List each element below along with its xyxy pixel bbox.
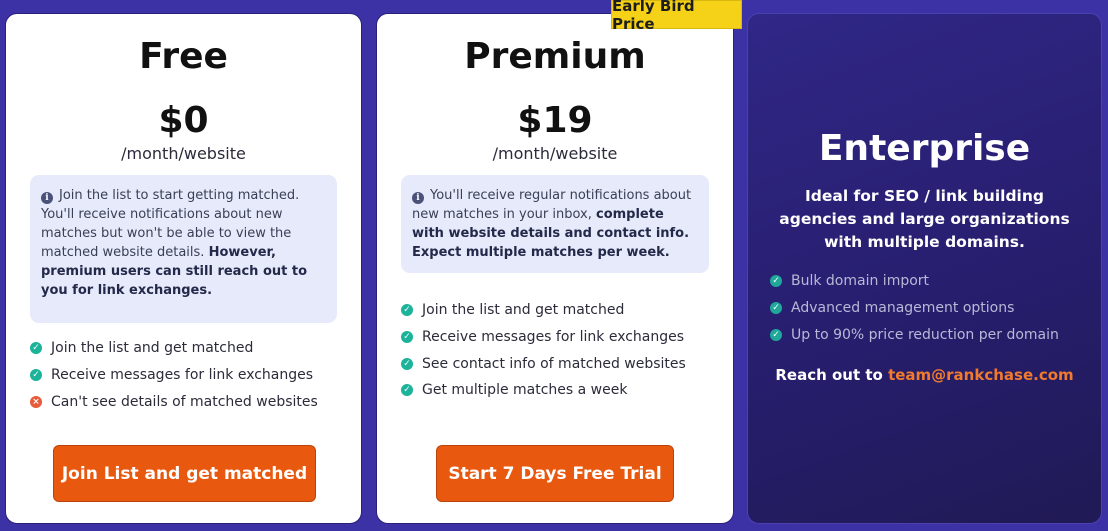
- feature-label: Join the list and get matched: [51, 340, 254, 357]
- plan-title: Free: [139, 36, 228, 77]
- plan-info-box: i Join the list to start getting matched.…: [30, 175, 337, 323]
- plan-title: Enterprise: [818, 128, 1031, 169]
- check-icon: ✓: [401, 331, 413, 344]
- feature-item: ✓ Up to 90% price reduction per domain: [770, 321, 1091, 348]
- feature-label: Bulk domain import: [791, 273, 930, 290]
- early-bird-badge: Early Bird Price: [611, 0, 742, 33]
- feature-item: ✓ See contact info of matched websites: [401, 350, 723, 377]
- feature-item: ✓ Bulk domain import: [770, 268, 1091, 295]
- contact-email-link[interactable]: team@rankchase.com: [888, 366, 1074, 384]
- check-icon: ✓: [770, 302, 782, 315]
- feature-list: ✓ Bulk domain import ✓ Advanced management…: [770, 268, 1091, 348]
- feature-label: Up to 90% price reduction per domain: [791, 326, 1059, 343]
- feature-item: ✓ Join the list and get matched: [401, 297, 723, 324]
- check-icon: ✓: [770, 328, 782, 341]
- start-trial-button[interactable]: Start 7 Days Free Trial: [436, 445, 674, 502]
- feature-label: Receive messages for link exchanges: [422, 329, 685, 346]
- plan-period: /month/website: [121, 144, 246, 163]
- feature-item: ✓ Join the list and get matched: [30, 335, 351, 362]
- premium-plan-card: Premium $19 /month/website i You'll recei…: [376, 13, 734, 524]
- info-icon: i: [412, 192, 424, 204]
- check-icon: ✓: [30, 369, 42, 382]
- feature-label: Receive messages for link exchanges: [51, 367, 314, 384]
- feature-label: Advanced management options: [791, 300, 1015, 317]
- cross-icon: ×: [30, 395, 42, 408]
- feature-item: ✓ Get multiple matches a week: [401, 377, 723, 404]
- plan-price: $19: [517, 100, 593, 141]
- feature-label: See contact info of matched websites: [422, 355, 686, 372]
- plan-description: Ideal for SEO / link building agencies a…: [779, 187, 1070, 251]
- feature-item: ✓ Advanced management options: [770, 295, 1091, 322]
- contact-line: Reach out to team@rankchase.com: [748, 366, 1101, 384]
- join-list-button[interactable]: Join List and get matched: [53, 445, 316, 502]
- plan-period: /month/website: [492, 144, 618, 163]
- plan-price: $0: [158, 100, 209, 141]
- plan-info-box: i You'll receive regular notifications ab…: [401, 175, 709, 273]
- check-icon: ✓: [30, 342, 42, 355]
- check-icon: ✓: [401, 357, 413, 370]
- feature-label: Can't see details of matched websites: [51, 393, 318, 410]
- feature-list: ✓ Join the list and get matched ✓ Receive …: [30, 335, 351, 415]
- feature-label: Join the list and get matched: [422, 302, 625, 319]
- check-icon: ✓: [401, 304, 413, 317]
- check-icon: ✓: [401, 384, 413, 397]
- contact-prefix: Reach out to: [775, 366, 889, 384]
- free-plan-card: Free $0 /month/website i Join the list to…: [5, 13, 362, 524]
- feature-item: × Can't see details of matched websites: [30, 388, 351, 415]
- feature-item: ✓ Receive messages for link exchanges: [30, 362, 351, 389]
- plan-title: Premium: [464, 36, 646, 77]
- feature-label: Get multiple matches a week: [422, 382, 628, 399]
- enterprise-plan-card: Enterprise Ideal for SEO / link building…: [747, 13, 1102, 524]
- info-icon: i: [41, 192, 53, 204]
- feature-list: ✓ Join the list and get matched ✓ Receive …: [401, 297, 723, 404]
- feature-item: ✓ Receive messages for link exchanges: [401, 324, 723, 351]
- check-icon: ✓: [770, 275, 782, 288]
